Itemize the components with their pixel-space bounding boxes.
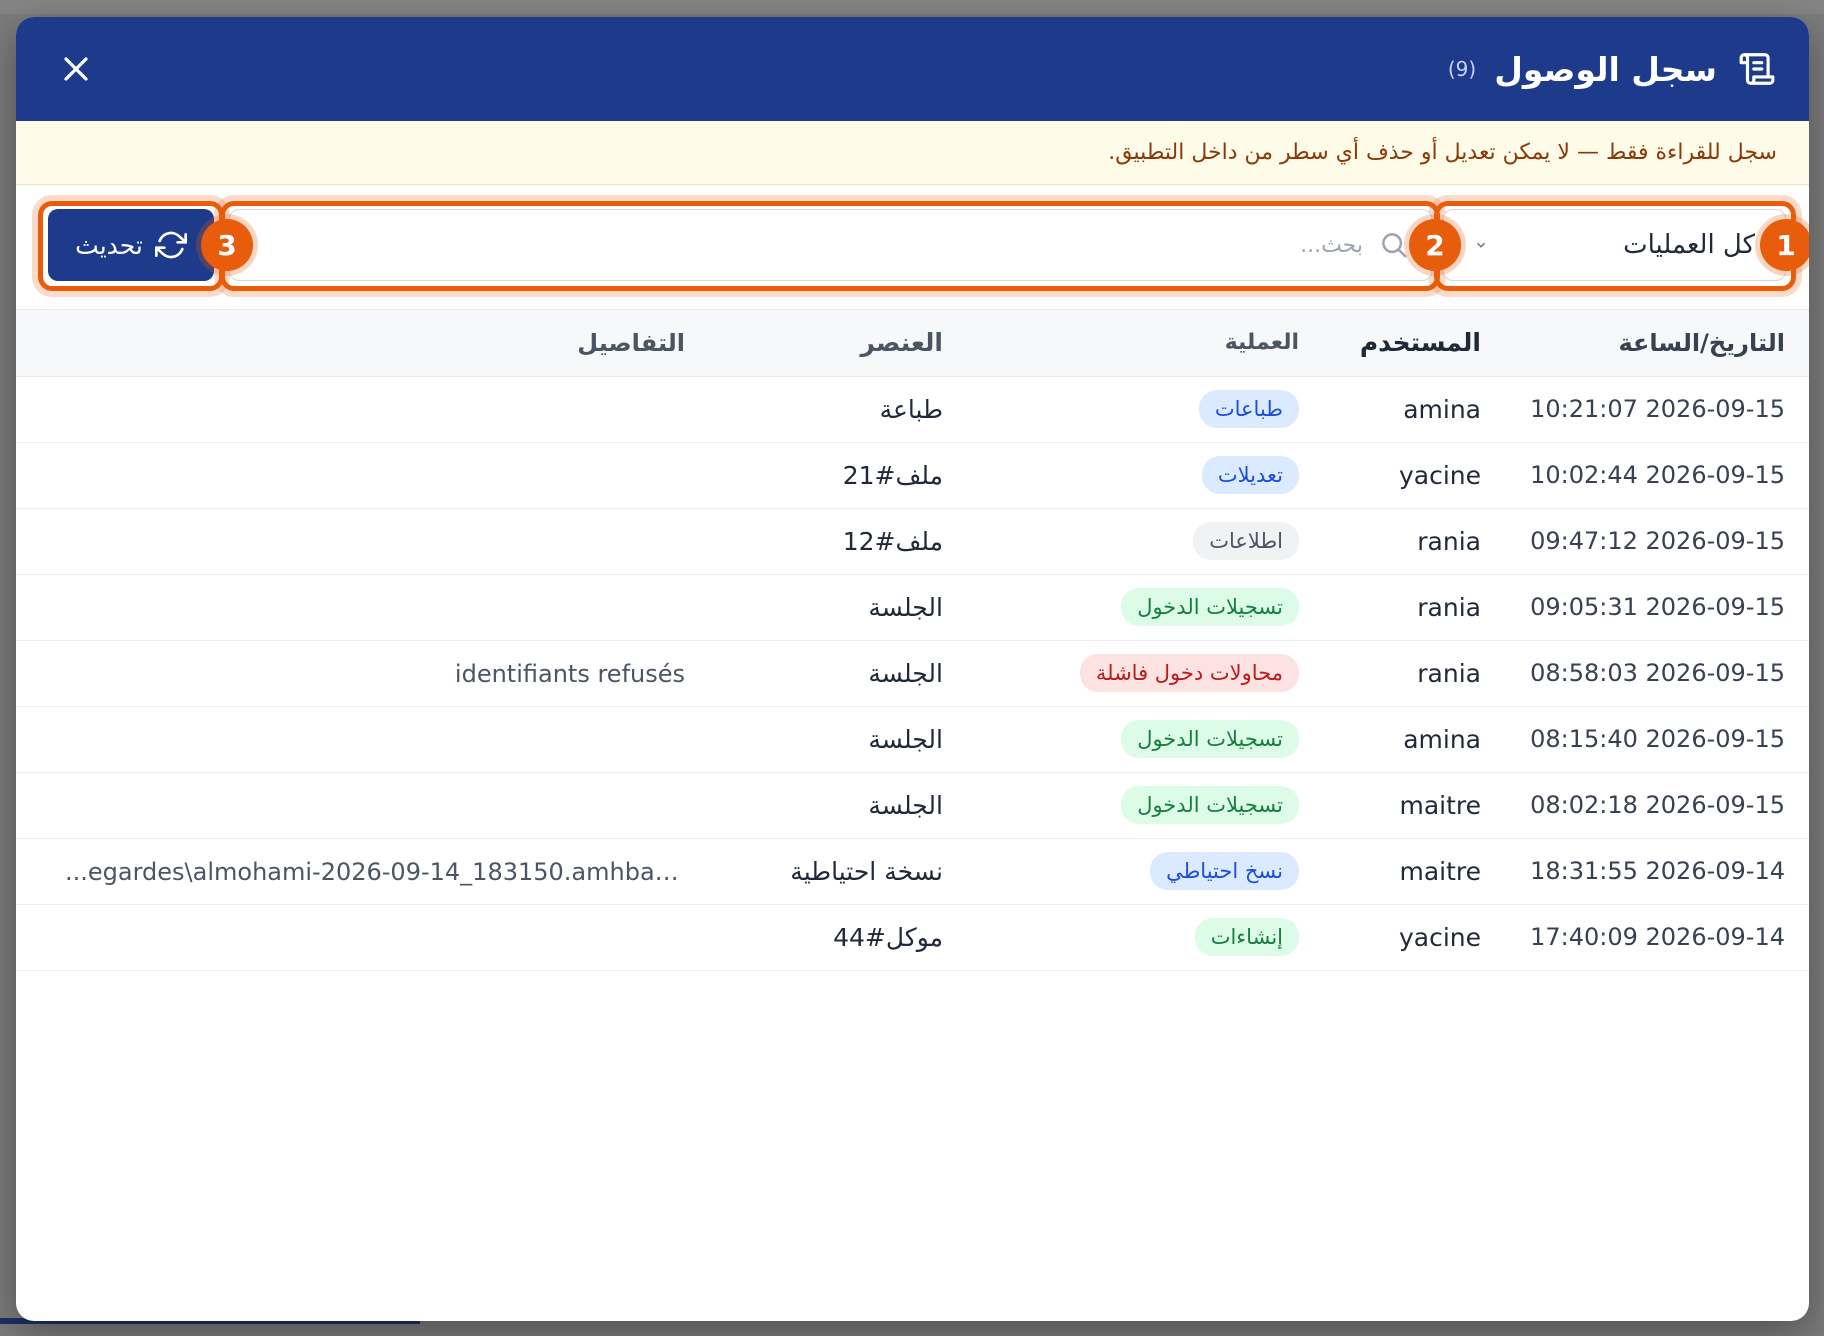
- cell-datetime: 2026-09-15 08:58:03: [1530, 659, 1785, 687]
- refresh-label: تحديث: [75, 230, 143, 260]
- step-marker-2: 2: [1409, 219, 1461, 271]
- access-log-table: التاريخ/الساعة المستخدم العملية العنصر ا…: [16, 310, 1809, 971]
- cell-item: طباعة: [879, 394, 943, 424]
- table-row[interactable]: 2026-09-14 18:31:55 maitre نسخ احتياطي ن…: [16, 838, 1809, 904]
- cell-user: yacine: [1398, 922, 1481, 952]
- cell-user: maitre: [1399, 790, 1481, 820]
- cell-details: ...egardes\almohami-2026-09-14_183150.am…: [16, 838, 685, 904]
- filter-value: كل العمليات: [1623, 230, 1755, 260]
- operation-filter-select[interactable]: كل العمليات: [1443, 209, 1786, 281]
- cell-datetime: 2026-09-15 08:02:18: [1530, 791, 1785, 819]
- read-only-notice: سجل للقراءة فقط — لا يمكن تعديل أو حذف أ…: [16, 121, 1809, 185]
- cell-item: الجلسة: [868, 592, 943, 622]
- cell-operation: محاولات دخول فاشلة: [943, 640, 1299, 706]
- cell-item: الجلسة: [868, 658, 943, 688]
- search-input[interactable]: [242, 231, 1365, 259]
- cell-operation: طباعات: [943, 376, 1299, 442]
- close-icon: [64, 57, 88, 81]
- cell-details: [16, 574, 685, 640]
- table-body: 2026-09-15 10:21:07 amina طباعات طباعة 2…: [16, 376, 1809, 970]
- cell-details: [16, 442, 685, 508]
- notice-text: سجل للقراءة فقط — لا يمكن تعديل أو حذف أ…: [1108, 140, 1777, 165]
- table-header-row: التاريخ/الساعة المستخدم العملية العنصر ا…: [16, 310, 1809, 377]
- operation-badge: تعديلات: [1201, 456, 1299, 494]
- cell-datetime: 2026-09-15 10:21:07: [1530, 395, 1785, 423]
- table-row[interactable]: 2026-09-14 17:40:09 yacine إنشاءات موكل#…: [16, 904, 1809, 970]
- cell-item: نسخة احتياطية: [790, 856, 943, 886]
- column-header-datetime[interactable]: التاريخ/الساعة: [1481, 310, 1809, 377]
- cell-operation: تسجيلات الدخول: [943, 772, 1299, 838]
- cell-datetime: 2026-09-14 17:40:09: [1530, 923, 1785, 951]
- cell-item: الجلسة: [868, 724, 943, 754]
- column-header-operation[interactable]: العملية: [943, 310, 1299, 377]
- cell-user: amina: [1403, 394, 1481, 424]
- cell-item: موكل#44: [833, 922, 943, 952]
- details-text: identifiants refusés: [454, 659, 685, 688]
- entry-count: (9): [1447, 57, 1477, 81]
- cell-operation: اطلاعات: [943, 508, 1299, 574]
- background-topbar: [0, 0, 1824, 14]
- refresh-icon: [154, 229, 187, 261]
- cell-user: yacine: [1398, 460, 1481, 490]
- cell-details: [16, 772, 685, 838]
- dialog-header: سجل الوصول (9): [16, 17, 1809, 121]
- cell-user: amina: [1403, 724, 1481, 754]
- column-header-item[interactable]: العنصر: [685, 310, 943, 377]
- cell-details: [16, 706, 685, 772]
- operation-badge: نسخ احتياطي: [1150, 852, 1299, 890]
- operation-badge: تسجيلات الدخول: [1121, 720, 1299, 758]
- search-field[interactable]: [229, 209, 1432, 281]
- table-row[interactable]: 2026-09-15 08:02:18 maitre تسجيلات الدخو…: [16, 772, 1809, 838]
- toolbar: كل العمليات تحديث 1 2: [16, 185, 1809, 310]
- column-header-user[interactable]: المستخدم: [1299, 310, 1481, 377]
- scroll-icon: [1737, 49, 1777, 89]
- step-marker-3: 3: [201, 219, 253, 271]
- cell-datetime: 2026-09-15 08:15:40: [1530, 725, 1785, 753]
- operation-badge: طباعات: [1198, 390, 1299, 428]
- table-row[interactable]: 2026-09-15 08:15:40 amina تسجيلات الدخول…: [16, 706, 1809, 772]
- chevron-down-icon: [1474, 238, 1488, 252]
- cell-datetime: 2026-09-15 10:02:44: [1530, 461, 1785, 489]
- cell-datetime: 2026-09-14 18:31:55: [1530, 857, 1785, 885]
- search-icon: [1379, 230, 1409, 260]
- cell-operation: إنشاءات: [943, 904, 1299, 970]
- table-row[interactable]: 2026-09-15 08:58:03 rania محاولات دخول ف…: [16, 640, 1809, 706]
- cell-datetime: 2026-09-15 09:47:12: [1530, 527, 1785, 555]
- table-row[interactable]: 2026-09-15 09:47:12 rania اطلاعات ملف#12: [16, 508, 1809, 574]
- cell-details: [16, 904, 685, 970]
- refresh-button[interactable]: تحديث: [48, 209, 214, 281]
- cell-operation: تعديلات: [943, 442, 1299, 508]
- operation-badge: إنشاءات: [1194, 918, 1299, 956]
- cell-user: rania: [1417, 658, 1481, 688]
- cell-datetime: 2026-09-15 09:05:31: [1530, 593, 1785, 621]
- access-log-dialog: سجل الوصول (9) سجل للقراءة فقط — لا يمكن…: [16, 17, 1809, 1321]
- step-marker-1: 1: [1760, 219, 1809, 271]
- operation-badge: تسجيلات الدخول: [1121, 786, 1299, 824]
- cell-item: الجلسة: [868, 790, 943, 820]
- cell-operation: تسجيلات الدخول: [943, 574, 1299, 640]
- cell-user: maitre: [1399, 856, 1481, 886]
- operation-badge: محاولات دخول فاشلة: [1079, 654, 1299, 692]
- cell-details: [16, 376, 685, 442]
- table-row[interactable]: 2026-09-15 10:21:07 amina طباعات طباعة: [16, 376, 1809, 442]
- table-row[interactable]: 2026-09-15 10:02:44 yacine تعديلات ملف#2…: [16, 442, 1809, 508]
- cell-user: rania: [1417, 526, 1481, 556]
- close-button[interactable]: [52, 45, 100, 93]
- cell-details: [16, 508, 685, 574]
- operation-badge: تسجيلات الدخول: [1121, 588, 1299, 626]
- cell-details: identifiants refusés: [16, 640, 685, 706]
- operation-badge: اطلاعات: [1193, 522, 1299, 560]
- column-header-details[interactable]: التفاصيل: [16, 310, 685, 377]
- cell-item: ملف#12: [842, 526, 943, 556]
- cell-user: rania: [1417, 592, 1481, 622]
- cell-operation: تسجيلات الدخول: [943, 706, 1299, 772]
- cell-operation: نسخ احتياطي: [943, 838, 1299, 904]
- dialog-title: سجل الوصول: [1494, 49, 1717, 89]
- table-row[interactable]: 2026-09-15 09:05:31 rania تسجيلات الدخول…: [16, 574, 1809, 640]
- details-text: ...egardes\almohami-2026-09-14_183150.am…: [65, 857, 685, 886]
- cell-item: ملف#21: [842, 460, 943, 490]
